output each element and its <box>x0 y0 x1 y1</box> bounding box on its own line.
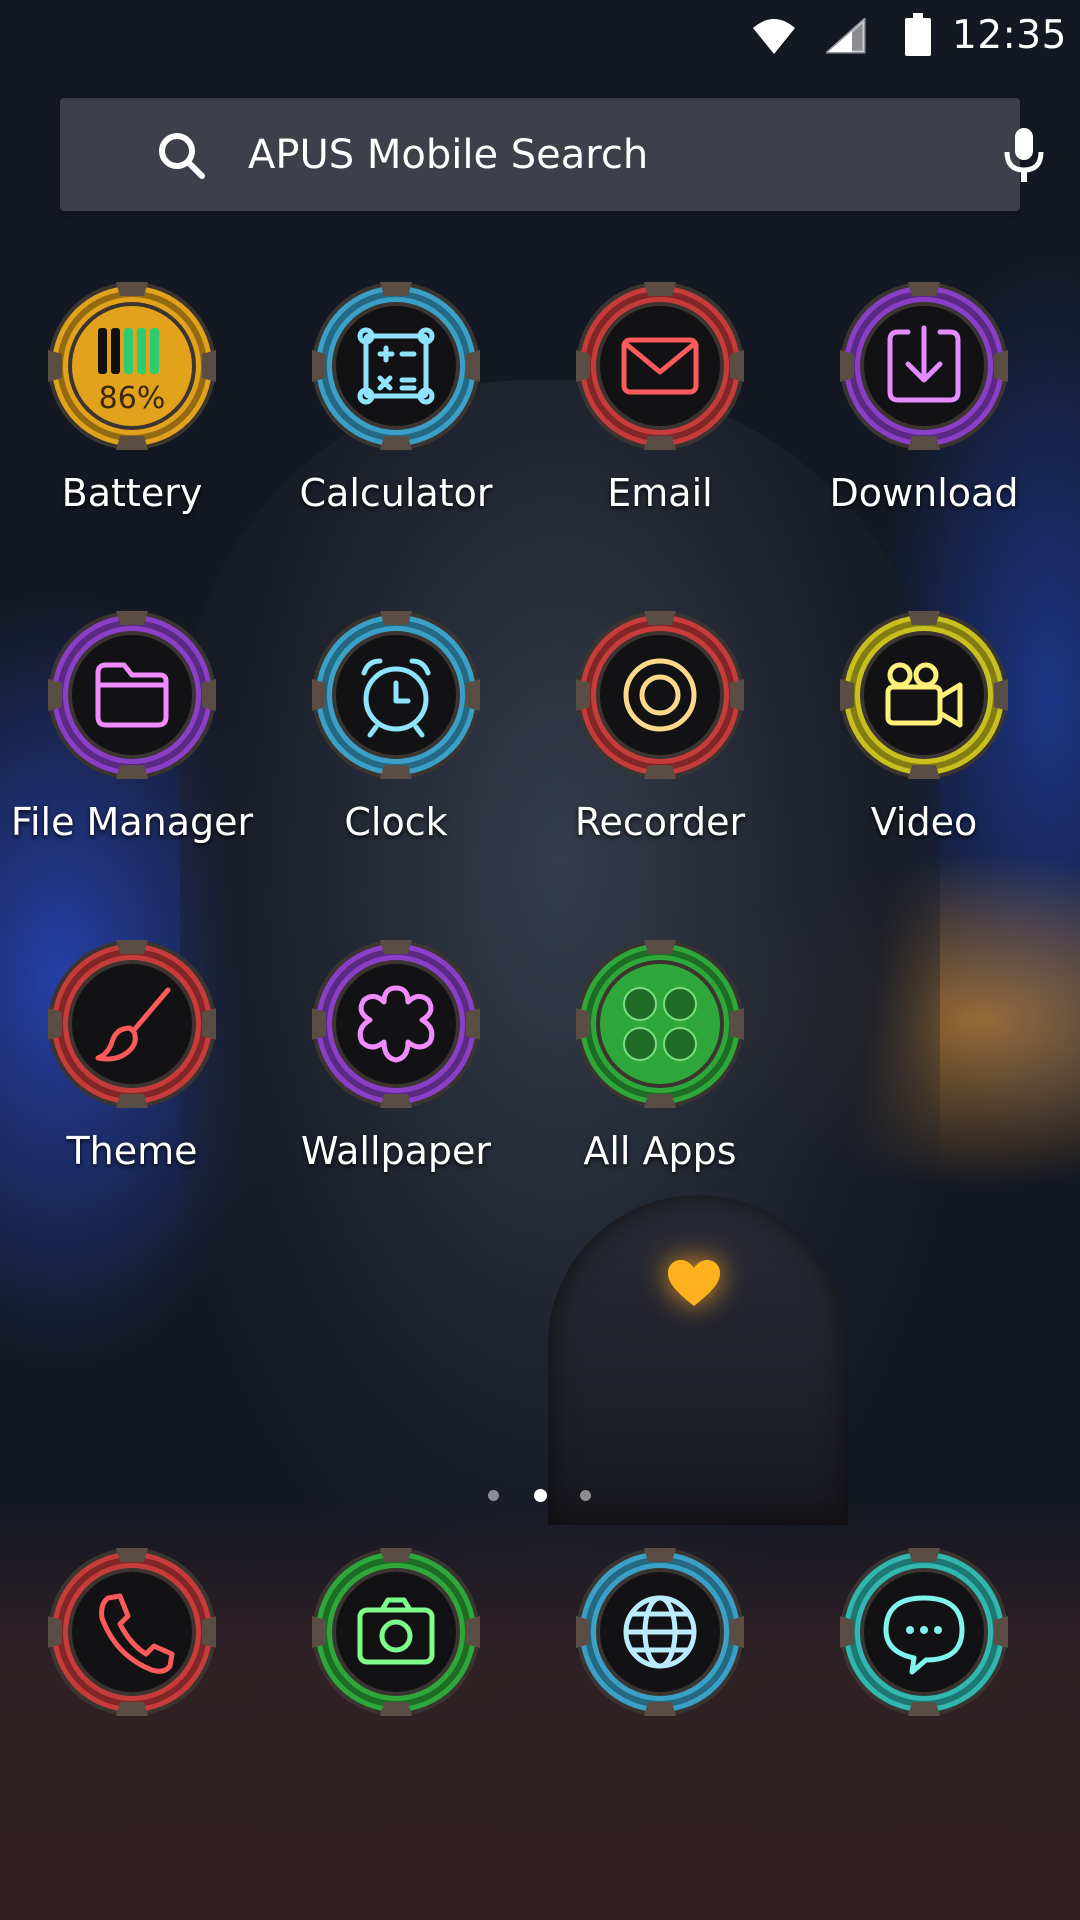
search-bar[interactable]: APUS Mobile Search <box>60 98 1044 211</box>
tree-door <box>548 1195 848 1525</box>
phone-icon[interactable] <box>46 1546 218 1718</box>
app-recorder[interactable]: Recorder <box>528 609 792 845</box>
chat-bubble-icon[interactable] <box>838 1546 1010 1718</box>
status-time: 12:35 <box>952 13 1067 58</box>
battery-icon[interactable]: 86% <box>46 280 218 452</box>
calculator-icon[interactable] <box>310 280 482 452</box>
app-wallpaper[interactable]: Wallpaper <box>264 938 528 1174</box>
app-clock[interactable]: Clock <box>264 609 528 845</box>
dock-app-globe[interactable] <box>528 1546 792 1718</box>
app-label: File Manager <box>10 800 254 844</box>
page-dot[interactable] <box>580 1490 591 1501</box>
page-dot[interactable] <box>488 1490 499 1501</box>
battery-percent: 86% <box>99 381 166 416</box>
app-theme[interactable]: Theme <box>0 938 264 1174</box>
app-email[interactable]: Email <box>528 280 792 516</box>
camera-icon[interactable] <box>310 1546 482 1718</box>
app-label: Clock <box>344 800 448 844</box>
app-label: Battery <box>61 471 203 515</box>
app-file-manager[interactable]: File Manager <box>0 609 264 845</box>
app-label: Theme <box>66 1129 198 1173</box>
app-label: Recorder <box>574 800 746 844</box>
video-camera-icon[interactable] <box>838 609 1010 781</box>
search-icon[interactable] <box>156 130 208 182</box>
page-dot-active[interactable] <box>534 1489 547 1502</box>
record-icon[interactable] <box>574 609 746 781</box>
download-icon[interactable] <box>838 280 1010 452</box>
app-download[interactable]: Download <box>792 280 1056 516</box>
cell-signal-icon <box>826 18 866 54</box>
app-label: Calculator <box>299 471 493 515</box>
search-input-placeholder[interactable]: APUS Mobile Search <box>248 129 648 181</box>
globe-icon[interactable] <box>574 1546 746 1718</box>
app-calculator[interactable]: Calculator <box>264 280 528 516</box>
alarm-clock-icon[interactable] <box>310 609 482 781</box>
flower-icon[interactable] <box>310 938 482 1110</box>
paintbrush-icon[interactable] <box>46 938 218 1110</box>
app-label: All Apps <box>583 1129 737 1173</box>
heart-icon <box>668 1260 720 1306</box>
app-label: Email <box>607 471 713 515</box>
app-battery[interactable]: 86% Battery <box>0 280 264 516</box>
dock-app-chat-bubble[interactable] <box>792 1546 1056 1718</box>
dock-app-camera[interactable] <box>264 1546 528 1718</box>
app-all-apps[interactable]: All Apps <box>528 938 792 1174</box>
app-video[interactable]: Video <box>792 609 1056 845</box>
battery-status-icon <box>905 13 931 56</box>
status-bar: 12:35 <box>0 0 1080 72</box>
dock-app-phone[interactable] <box>0 1546 264 1718</box>
page-indicator <box>486 1489 594 1504</box>
app-grid-icon[interactable] <box>574 938 746 1110</box>
folder-icon[interactable] <box>46 609 218 781</box>
app-label: Video <box>870 800 978 844</box>
wifi-icon <box>753 19 795 54</box>
app-label: Wallpaper <box>300 1129 492 1173</box>
app-label: Download <box>829 471 1019 515</box>
microphone-icon[interactable] <box>1000 126 1048 186</box>
envelope-icon[interactable] <box>574 280 746 452</box>
